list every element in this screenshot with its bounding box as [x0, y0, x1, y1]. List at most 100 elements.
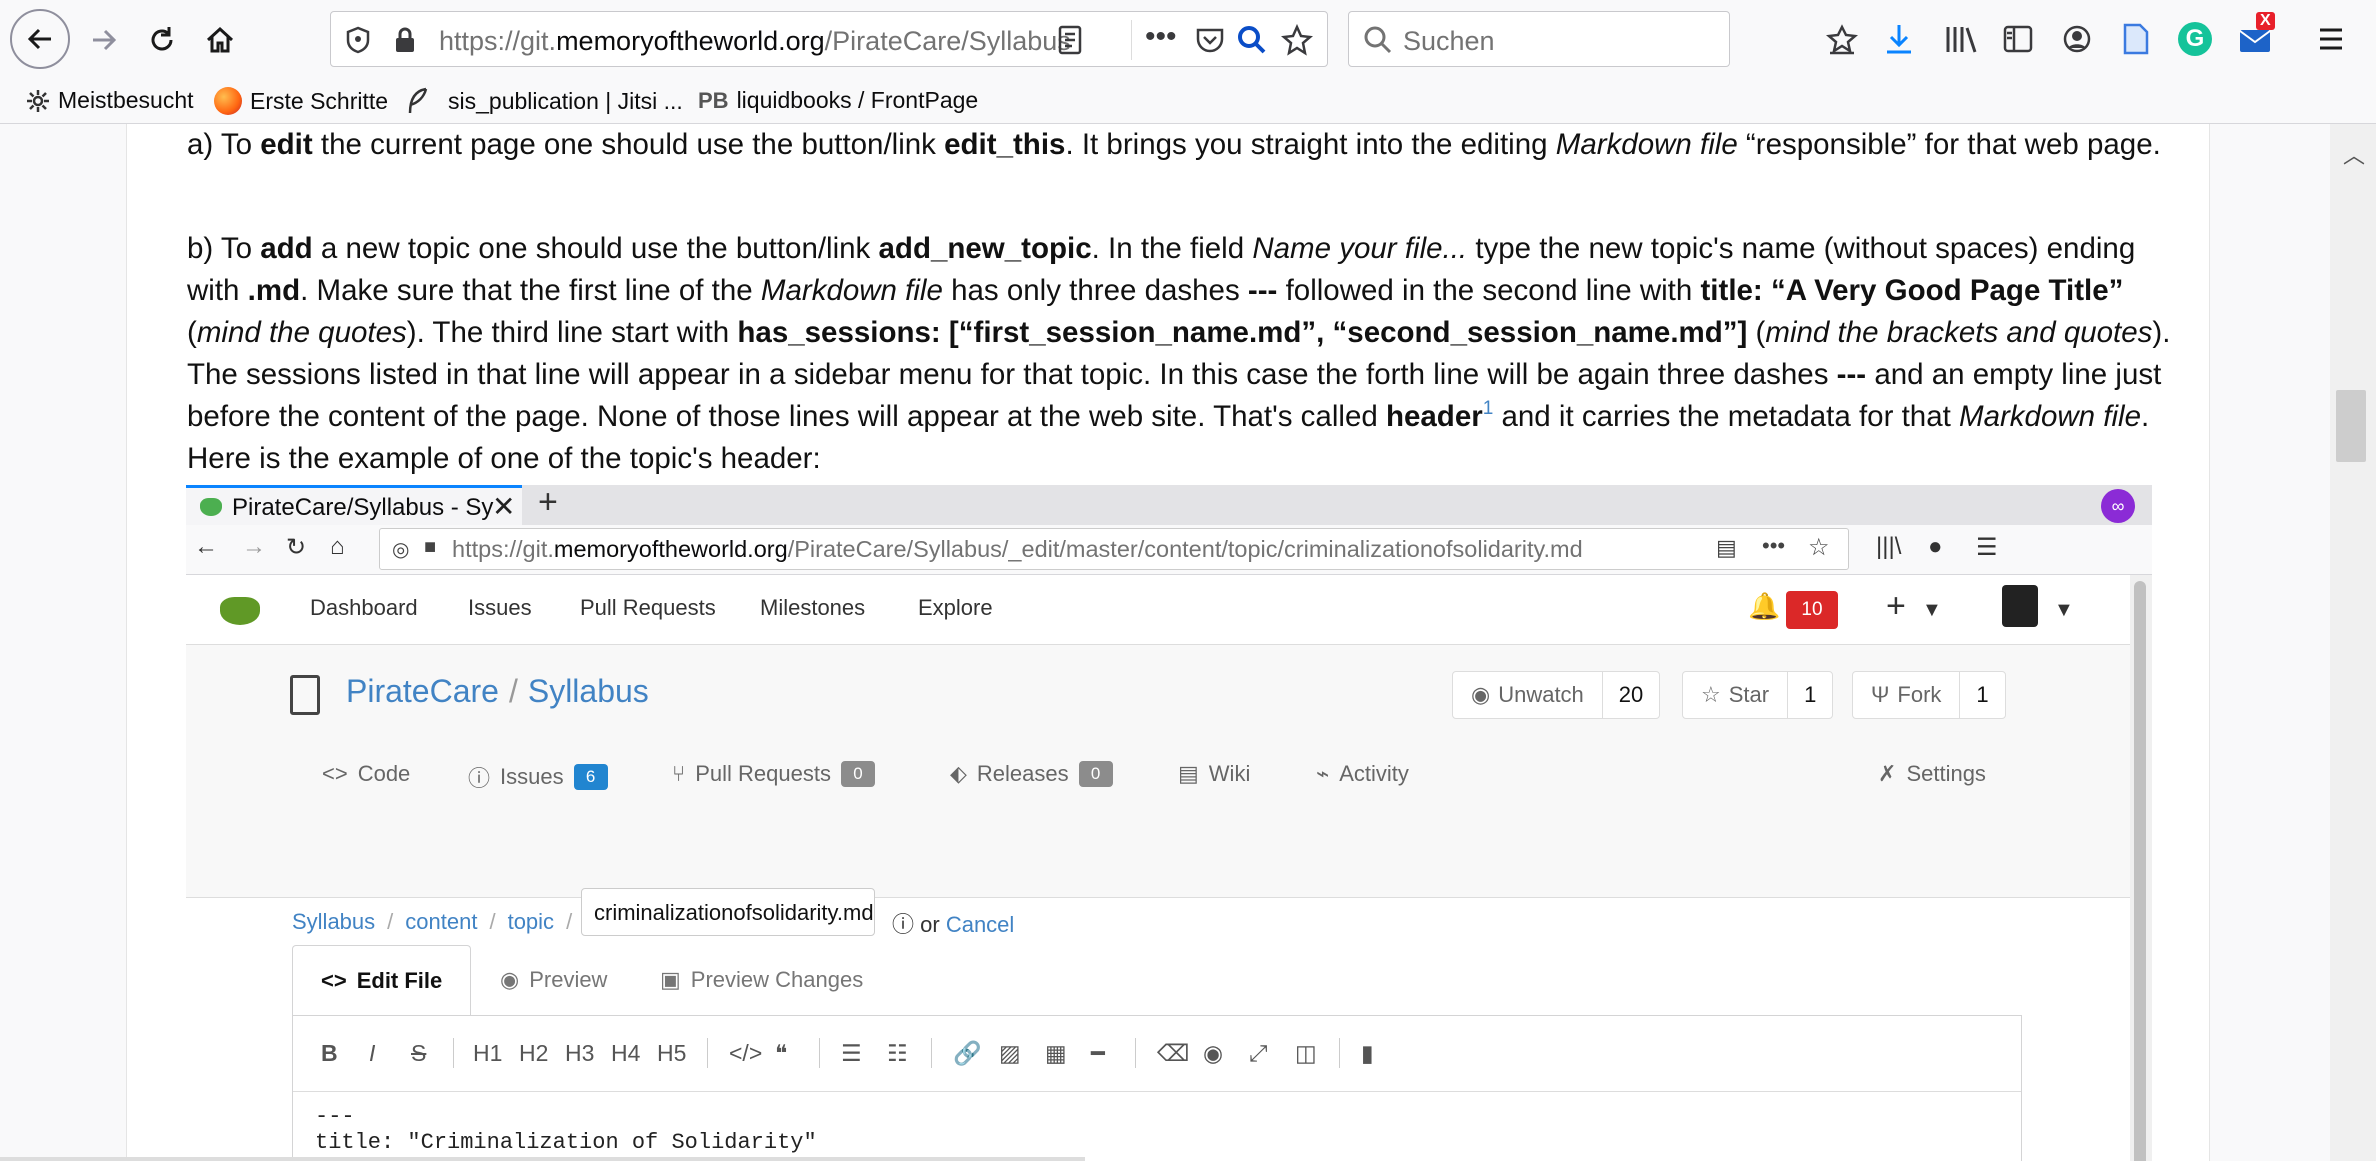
file-icon: ▮ — [1361, 1040, 1374, 1066]
search-placeholder: Suchen — [1403, 26, 1495, 56]
star-icon: ☆ — [1808, 534, 1830, 561]
gitea-header: Dashboard Issues Pull Requests Milestone… — [186, 575, 2130, 645]
image-icon: ▨ — [999, 1040, 1021, 1066]
search-icon[interactable] — [1237, 25, 1267, 55]
toolbar-divider — [819, 1038, 820, 1068]
page-scrollbar[interactable] — [2330, 124, 2376, 1161]
lock-icon[interactable] — [393, 26, 417, 54]
search-bar[interactable]: Suchen — [1348, 11, 1730, 67]
tab-activity: ⌁ Activity — [1316, 761, 1409, 786]
library-icon: |||\ — [1876, 533, 1902, 560]
paragraph-add: b) To add a new topic one should use the… — [187, 232, 2171, 475]
download-icon[interactable] — [1884, 22, 1914, 56]
home-icon — [206, 26, 234, 53]
reload-button[interactable] — [142, 20, 182, 60]
plus-icon: + — [1886, 587, 1906, 625]
table-icon: ▦ — [1045, 1040, 1067, 1066]
back-button[interactable] — [10, 9, 70, 69]
url-bar[interactable]: https://git.memoryoftheworld.org/PirateC… — [330, 11, 1328, 67]
tab-code: <> Code — [322, 761, 411, 786]
editor-toolbar: B I S H1 H2 H3 H4 H5 </> ❝ ☰ ☷ 🔗 ▨ ▦ ━ ⌫… — [293, 1016, 2021, 1092]
pull-request-icon: ⑂ — [672, 761, 686, 786]
editor-tabs: <> Edit File ◉ Preview ▣ Preview Changes — [292, 945, 2022, 1015]
private-mask-icon: ∞ — [2101, 489, 2135, 523]
lock-icon: ■ — [424, 536, 437, 558]
menu-icon: ☰ — [1976, 534, 1998, 561]
shield-icon: ◎ — [392, 539, 410, 561]
screenshot-url-bar: ◎ ■ https://git.memoryoftheworld.org/Pir… — [379, 528, 1849, 570]
code-icon: <> — [321, 967, 347, 993]
heading1-icon: H1 — [473, 1040, 503, 1066]
fork-button: Ψ Fork 1 — [1852, 671, 2006, 719]
embedded-screenshot: PirateCare/Syllabus - Sy ✕ + ∞ ← → ↻ ⌂ ◎… — [186, 485, 2152, 1161]
code-content: --- title: "Criminalization of Solidarity… — [315, 1104, 817, 1155]
cancel-link: Cancel — [945, 912, 1015, 937]
bookmark-erste-schritte[interactable]: Erste Schritte — [214, 87, 388, 115]
sidebar-icon[interactable] — [2002, 24, 2034, 54]
page-actions-icon[interactable]: ••• — [1129, 20, 1177, 54]
shield-icon[interactable] — [345, 26, 371, 54]
library-icon[interactable] — [1944, 24, 1978, 54]
bookmark-meistbesucht[interactable]: Meistbesucht — [26, 87, 194, 114]
star-icon[interactable] — [1281, 24, 1313, 56]
scrollbar-thumb[interactable] — [2336, 390, 2366, 462]
info-icon: ⓘ — [892, 912, 915, 937]
code-icon: <> — [322, 761, 348, 786]
tab-preview: ◉ Preview — [500, 967, 608, 992]
home-button[interactable] — [200, 20, 240, 60]
screenshot-navbar: ← → ↻ ⌂ ◎ ■ https://git.memoryoftheworld… — [186, 525, 2152, 575]
tab-issues: ⓘ Issues 6 — [468, 761, 608, 793]
bookmark-jitsi[interactable]: sis_publication | Jitsi ... — [406, 87, 683, 115]
tab-edit-file: <> Edit File — [292, 945, 472, 1015]
chevron-up-icon[interactable]: ︿ — [2343, 138, 2365, 170]
starred-list-icon[interactable] — [1826, 24, 1858, 56]
extension-icon: ● — [1928, 533, 1943, 560]
pocket-icon[interactable] — [1195, 25, 1225, 55]
mail-extension[interactable]: X — [2238, 12, 2275, 56]
menu-icon[interactable] — [2316, 24, 2346, 54]
arrow-left-icon: ← — [194, 533, 218, 560]
heading-bigger-icon: H4 — [611, 1040, 641, 1066]
page-actions-icon: ••• — [1762, 533, 1786, 558]
toolbar-divider — [453, 1038, 454, 1068]
repo-title: PirateCare / Syllabus — [346, 673, 649, 709]
toolbar-divider — [1339, 1038, 1340, 1068]
heading-smaller-icon: H5 — [657, 1040, 687, 1066]
cancel-row: ⓘ or Cancel — [892, 912, 1015, 937]
new-tab-icon: + — [538, 485, 558, 521]
arrow-right-icon: → — [242, 533, 266, 560]
issue-icon: ⓘ — [468, 766, 491, 791]
toolbar-divider — [1135, 1038, 1136, 1068]
toolbar-divider — [707, 1038, 708, 1068]
diff-icon: ▣ — [660, 967, 681, 992]
bell-icon: 🔔 — [1748, 591, 1781, 621]
tools-icon: ✗ — [1878, 761, 1897, 786]
screenshot-tab: PirateCare/Syllabus - Sy ✕ — [186, 485, 522, 525]
fullscreen-icon: ⤢ — [1249, 1040, 1268, 1066]
tab-preview-changes: ▣ Preview Changes — [660, 967, 864, 992]
gear-icon — [27, 89, 49, 112]
bold-icon: B — [321, 1040, 338, 1066]
forward-button[interactable] — [84, 20, 124, 60]
document-icon[interactable] — [2122, 22, 2150, 56]
nav-issues: Issues — [468, 595, 532, 620]
heading2-icon: H2 — [519, 1040, 549, 1066]
nav-pull-requests: Pull Requests — [580, 595, 716, 620]
filename-field: criminalizationofsolidarity.md — [581, 888, 875, 936]
grammarly-icon[interactable]: G — [2178, 22, 2212, 56]
arrow-left-icon — [27, 28, 51, 50]
bookmark-liquidbooks[interactable]: PB liquidbooks / FrontPage — [698, 87, 978, 114]
eye-icon: ◉ — [1203, 1040, 1224, 1066]
star-button: ☆ Star 1 — [1682, 671, 1834, 719]
reader-view-icon: ▤ — [1716, 535, 1737, 560]
reader-view-icon[interactable] — [1057, 25, 1083, 55]
eye-icon: ◉ — [500, 967, 520, 992]
strikethrough-icon: S — [411, 1040, 427, 1066]
chevron-down-icon: ▼ — [1922, 599, 1942, 621]
side-by-side-icon: ◫ — [1295, 1040, 1317, 1066]
account-icon[interactable] — [2062, 24, 2092, 54]
footnote-link[interactable]: 1 — [1483, 398, 1494, 419]
status-line — [0, 1157, 1085, 1161]
quote-icon: ❝ — [775, 1040, 788, 1066]
fork-icon: Ψ — [1871, 682, 1890, 707]
